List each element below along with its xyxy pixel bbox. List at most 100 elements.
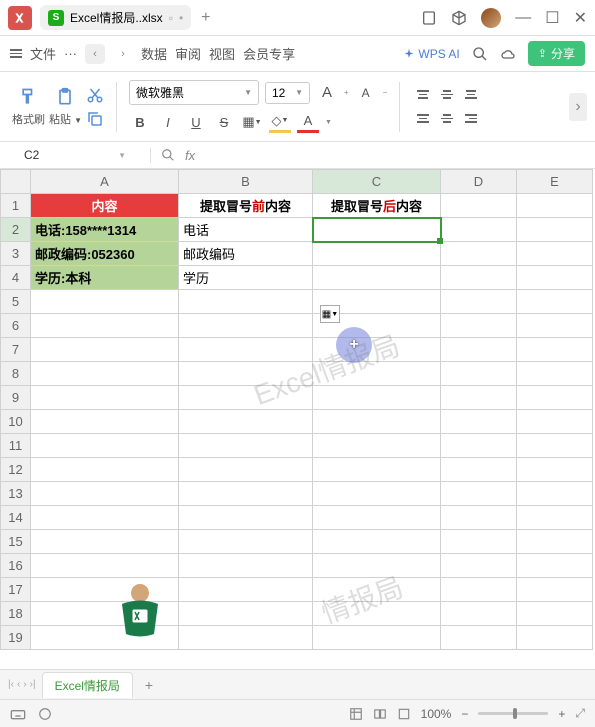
cell-A2[interactable]: 电话:158****1314 — [31, 218, 179, 242]
cell-E2[interactable] — [517, 218, 593, 242]
align-right-button[interactable] — [460, 108, 482, 130]
row-header-13[interactable]: 13 — [1, 482, 31, 506]
font-size-select[interactable]: 12▼ — [265, 82, 310, 104]
bold-button[interactable]: B — [129, 111, 151, 133]
select-all-corner[interactable] — [1, 170, 31, 194]
fill-color-button[interactable]: ◇▼ — [269, 111, 291, 133]
row-header-2[interactable]: 2 — [1, 218, 31, 242]
zoom-slider[interactable] — [478, 712, 548, 715]
paste-button[interactable]: 粘贴 ▼ — [49, 87, 82, 127]
align-top-button[interactable] — [412, 84, 434, 106]
cell-B4[interactable]: 学历 — [179, 266, 313, 290]
align-left-button[interactable] — [412, 108, 434, 130]
search-icon[interactable] — [472, 46, 488, 62]
row-header-7[interactable]: 7 — [1, 338, 31, 362]
sheet-tab-1[interactable]: Excel情报局 — [42, 672, 133, 698]
row-header-15[interactable]: 15 — [1, 530, 31, 554]
col-header-E[interactable]: E — [517, 170, 593, 194]
row-header-9[interactable]: 9 — [1, 386, 31, 410]
cloud-icon[interactable] — [500, 46, 516, 62]
menu-data[interactable]: 数据 — [141, 44, 167, 63]
tab-menu-icon[interactable]: ▫ — [169, 11, 173, 25]
file-tab[interactable]: S Excel情报局..xlsx ▫ • — [40, 5, 191, 30]
paste-options-button[interactable]: ▦▼ — [320, 305, 340, 323]
add-sheet-button[interactable]: + — [139, 675, 159, 695]
align-middle-button[interactable] — [436, 84, 458, 106]
fx-label[interactable]: fx — [185, 148, 195, 163]
cell-B1[interactable]: 提取冒号前内容 — [179, 194, 313, 218]
view-page-icon[interactable] — [373, 707, 387, 721]
close-button[interactable]: ✕ — [574, 8, 587, 28]
cell-D3[interactable] — [441, 242, 517, 266]
cell-A3[interactable]: 邮政编码:052360 — [31, 242, 179, 266]
tablet-icon[interactable] — [421, 10, 437, 26]
cell-C2-active[interactable] — [313, 218, 441, 242]
hamburger-icon[interactable] — [10, 49, 22, 58]
increase-font-button[interactable]: A — [316, 82, 338, 104]
name-box[interactable]: C2 ▼ — [0, 148, 150, 162]
add-tab-button[interactable]: + — [201, 9, 210, 27]
decrease-font-button[interactable]: A — [355, 82, 377, 104]
font-name-select[interactable]: 微软雅黑▼ — [129, 80, 259, 105]
row-header-10[interactable]: 10 — [1, 410, 31, 434]
align-bottom-button[interactable] — [460, 84, 482, 106]
menu-view[interactable]: 视图 — [209, 44, 235, 63]
col-header-A[interactable]: A — [31, 170, 179, 194]
row-header-17[interactable]: 17 — [1, 578, 31, 602]
user-avatar[interactable] — [481, 8, 501, 28]
keyboard-icon[interactable] — [10, 706, 26, 722]
maximize-button[interactable]: ☐ — [545, 8, 559, 28]
more-menu[interactable]: ··· — [64, 46, 77, 61]
zoom-out-button[interactable]: − — [461, 707, 468, 721]
menu-premium[interactable]: 会员专享 — [243, 44, 295, 63]
spreadsheet-grid[interactable]: A B C D E 1 内容 提取冒号前内容 提取冒号后内容 2 电话:158*… — [0, 169, 595, 669]
col-header-D[interactable]: D — [441, 170, 517, 194]
nav-back-button[interactable]: ‹ — [85, 44, 105, 64]
view-normal-icon[interactable] — [349, 707, 363, 721]
row-header-8[interactable]: 8 — [1, 362, 31, 386]
next-sheet-button[interactable]: › — [23, 679, 26, 690]
zoom-in-button[interactable]: + — [558, 707, 565, 721]
file-menu[interactable]: 文件 — [30, 44, 56, 63]
col-header-B[interactable]: B — [179, 170, 313, 194]
cell-C3[interactable] — [313, 242, 441, 266]
view-break-icon[interactable] — [397, 707, 411, 721]
share-button[interactable]: ⇪分享 — [528, 41, 585, 66]
row-header-14[interactable]: 14 — [1, 506, 31, 530]
wps-ai-button[interactable]: WPS AI — [403, 47, 459, 61]
cell-D4[interactable] — [441, 266, 517, 290]
nav-forward-button[interactable]: › — [113, 44, 133, 64]
align-center-button[interactable] — [436, 108, 458, 130]
row-header-6[interactable]: 6 — [1, 314, 31, 338]
fullscreen-button[interactable]: ⤢ — [575, 706, 585, 721]
format-painter-button[interactable]: 格式刷 — [12, 87, 45, 127]
border-button[interactable]: ▦▼ — [241, 111, 263, 133]
underline-button[interactable]: U — [185, 111, 207, 133]
minimize-button[interactable]: — — [515, 9, 531, 27]
col-header-C[interactable]: C — [313, 170, 441, 194]
row-header-19[interactable]: 19 — [1, 626, 31, 650]
row-header-1[interactable]: 1 — [1, 194, 31, 218]
cut-button[interactable] — [86, 86, 104, 104]
cell-B3[interactable]: 邮政编码 — [179, 242, 313, 266]
copy-button[interactable] — [86, 110, 104, 128]
fx-search-icon[interactable] — [161, 148, 175, 162]
cell-A1[interactable]: 内容 — [31, 194, 179, 218]
tab-dot-icon[interactable]: • — [179, 11, 183, 25]
row-header-18[interactable]: 18 — [1, 602, 31, 626]
italic-button[interactable]: I — [157, 111, 179, 133]
cell-E4[interactable] — [517, 266, 593, 290]
row-header-5[interactable]: 5 — [1, 290, 31, 314]
row-header-11[interactable]: 11 — [1, 434, 31, 458]
row-header-16[interactable]: 16 — [1, 554, 31, 578]
row-header-12[interactable]: 12 — [1, 458, 31, 482]
cell-D1[interactable] — [441, 194, 517, 218]
strikethrough-button[interactable]: S — [213, 111, 235, 133]
font-color-button[interactable]: A — [297, 111, 319, 133]
last-sheet-button[interactable]: ›| — [30, 679, 36, 690]
formula-input[interactable] — [205, 142, 595, 168]
cell-E1[interactable] — [517, 194, 593, 218]
menu-review[interactable]: 审阅 — [175, 44, 201, 63]
row-header-4[interactable]: 4 — [1, 266, 31, 290]
status-circle-icon[interactable] — [38, 707, 52, 721]
